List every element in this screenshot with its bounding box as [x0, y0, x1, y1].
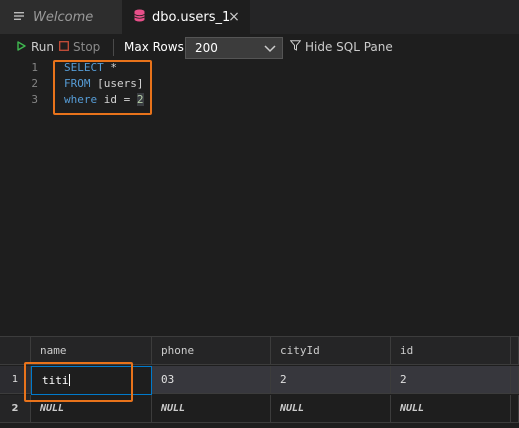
- max-rows-label: Max Rows:: [124, 40, 188, 54]
- play-icon: [17, 40, 26, 54]
- stop-icon: [59, 40, 69, 54]
- table-cell[interactable]: 03: [152, 366, 271, 394]
- table-cell-filler: [511, 366, 519, 394]
- hide-sql-pane-label: Hide SQL Pane: [305, 40, 393, 54]
- tab-welcome[interactable]: Welcome: [0, 0, 122, 34]
- run-button[interactable]: Run: [17, 34, 54, 60]
- query-highlight-box: [53, 60, 152, 115]
- column-header-phone[interactable]: phone: [152, 337, 271, 365]
- close-icon[interactable]: ×: [226, 9, 242, 25]
- column-header-name[interactable]: name: [31, 337, 152, 365]
- column-header-filler: [511, 337, 519, 365]
- table-cell[interactable]: 2: [391, 366, 511, 394]
- table-cell[interactable]: 2: [271, 366, 391, 394]
- stop-button[interactable]: Stop: [59, 34, 100, 60]
- table-cell[interactable]: NULL: [152, 395, 271, 423]
- toolbar-divider: [113, 39, 114, 56]
- table-cell-filler: [511, 395, 519, 423]
- hide-sql-pane-button[interactable]: Hide SQL Pane: [289, 34, 393, 60]
- line-number: 2: [31, 77, 38, 90]
- list-icon: [14, 10, 24, 24]
- max-rows-value: 200: [195, 41, 218, 55]
- line-number: 1: [31, 61, 38, 74]
- filter-icon: [289, 40, 302, 54]
- tab-welcome-label: Welcome: [33, 9, 94, 25]
- tab-bar-empty: [250, 0, 519, 34]
- tab-users-query[interactable]: dbo.users_1 ×: [122, 0, 250, 34]
- run-label: Run: [31, 40, 55, 54]
- stop-label: Stop: [73, 40, 101, 54]
- table-cell[interactable]: NULL: [271, 395, 391, 423]
- column-header-cityid[interactable]: cityId: [271, 337, 391, 365]
- grid-header-row: name phone cityId id: [0, 337, 519, 365]
- table-cell[interactable]: NULL: [391, 395, 511, 423]
- max-rows-select[interactable]: 200: [185, 37, 283, 59]
- tab-users-label: dbo.users_1: [152, 9, 231, 25]
- tab-bar: Welcome dbo.users_1 ×: [0, 0, 519, 34]
- database-icon: [134, 9, 145, 25]
- column-header-id[interactable]: id: [391, 337, 511, 365]
- line-number: 3: [31, 93, 38, 106]
- corner-cell: [0, 337, 31, 365]
- chevron-down-icon: [263, 41, 277, 55]
- edit-highlight-box: [24, 362, 133, 402]
